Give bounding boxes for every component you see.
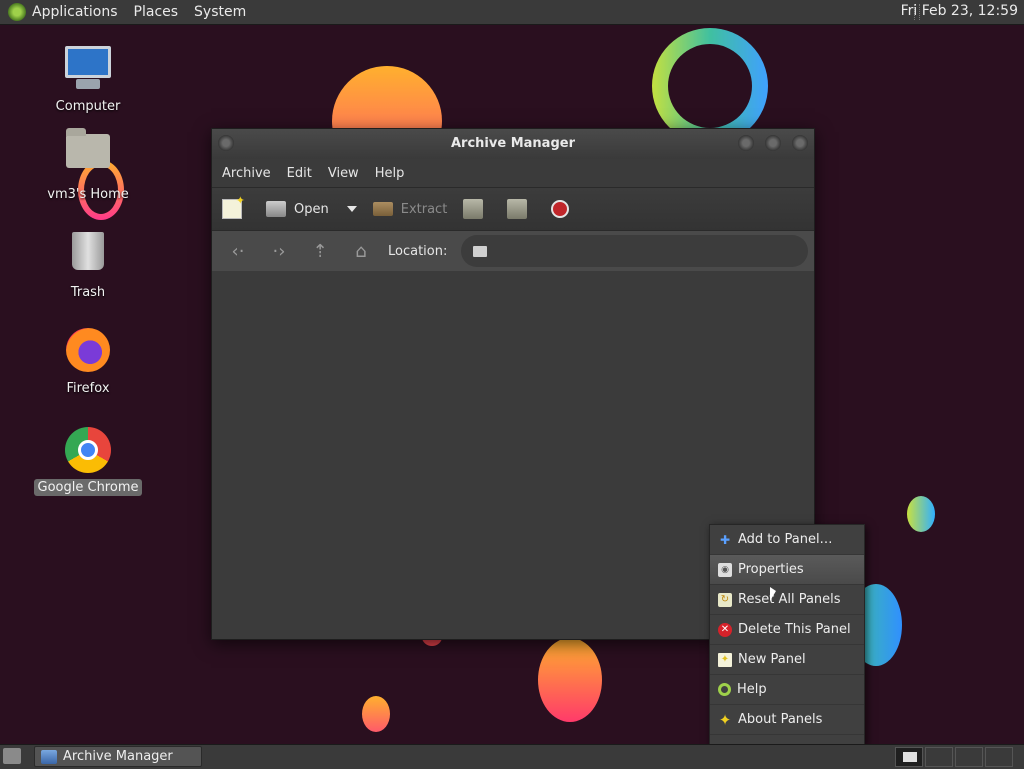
window-titlebar[interactable]: Archive Manager	[212, 129, 814, 159]
workspace-window-thumbnail	[903, 752, 917, 762]
show-desktop-icon[interactable]	[3, 748, 21, 764]
desktop-icon-trash[interactable]: Trash	[33, 226, 143, 301]
menu-item-label: Add to Panel…	[738, 532, 833, 547]
desktop-icon-label: Firefox	[66, 381, 110, 396]
maximize-button[interactable]	[765, 135, 781, 151]
menu-item-about-panels[interactable]: ✦ About Panels	[710, 705, 864, 735]
workspace-3[interactable]	[955, 747, 983, 767]
menubar: Archive Edit View Help	[212, 159, 814, 187]
wallpaper-blob	[538, 638, 602, 722]
location-label: Location:	[388, 243, 448, 259]
wallpaper-blob	[362, 696, 390, 732]
delete-icon: ✕	[718, 622, 732, 637]
menu-places[interactable]: Places	[134, 4, 187, 20]
forward-icon[interactable]: ·›	[265, 241, 293, 262]
new-archive-button[interactable]	[222, 194, 250, 219]
firefox-icon	[64, 328, 112, 376]
taskbar-label: Archive Manager	[63, 749, 173, 764]
home-icon[interactable]: ⌂	[347, 241, 375, 262]
extract-icon	[372, 202, 393, 216]
mouse-cursor-icon	[770, 587, 776, 601]
plus-icon: ✚	[719, 532, 731, 547]
window-menu-button[interactable]	[218, 135, 234, 151]
help-icon	[718, 683, 731, 696]
open-label: Open	[294, 201, 329, 217]
menu-item-add-to-panel[interactable]: ✚ Add to Panel…	[710, 525, 864, 555]
desktop-icon-label: Computer	[55, 99, 121, 114]
workspace-2[interactable]	[925, 747, 953, 767]
window-title: Archive Manager	[451, 136, 575, 151]
menu-archive[interactable]: Archive	[214, 166, 279, 181]
stop-button[interactable]	[551, 200, 570, 218]
up-icon[interactable]: ⇡	[306, 241, 334, 262]
about-icon: ✦	[718, 710, 732, 729]
back-icon[interactable]: ‹·	[224, 241, 252, 262]
open-icon	[266, 201, 286, 217]
menu-item-label: About Panels	[738, 712, 823, 727]
menu-item-reset-all-panels[interactable]: ↻ Reset All Panels	[710, 585, 864, 615]
desktop-icon-label: Google Chrome	[33, 479, 143, 496]
menu-view[interactable]: View	[320, 166, 367, 181]
reset-icon: ↻	[718, 592, 732, 607]
menu-item-help[interactable]: Help	[710, 675, 864, 705]
extract-button[interactable]: Extract	[372, 201, 448, 217]
open-button[interactable]: Open	[266, 201, 357, 217]
menu-item-label: Help	[737, 682, 767, 697]
new-archive-icon	[222, 194, 245, 219]
desktop-icon-chrome[interactable]: Google Chrome	[33, 426, 143, 496]
top-panel: Applications Places System Fri Feb 23, 1…	[0, 0, 1024, 25]
bottom-panel: Archive Manager	[0, 744, 1024, 769]
menu-help[interactable]: Help	[367, 166, 413, 181]
desktop-icon-label: Trash	[70, 285, 106, 300]
add-files-icon	[463, 199, 484, 219]
minimize-button[interactable]	[738, 135, 754, 151]
menu-item-new-panel[interactable]: ✦ New Panel	[710, 645, 864, 675]
location-field[interactable]	[461, 235, 808, 267]
properties-icon: ◉	[718, 562, 732, 577]
workspace-1[interactable]	[895, 747, 923, 767]
menu-item-label: Delete This Panel	[738, 622, 851, 637]
desktop-icon-firefox[interactable]: Firefox	[33, 326, 143, 397]
desktop-icon-home[interactable]: vm3's Home	[33, 126, 143, 203]
desktop-icon-computer[interactable]: Computer	[33, 46, 143, 115]
open-dropdown-icon[interactable]	[346, 206, 357, 212]
menu-item-delete-this-panel[interactable]: ✕ Delete This Panel	[710, 615, 864, 645]
desktop-icon-label: vm3's Home	[47, 187, 129, 202]
new-panel-icon: ✦	[718, 652, 732, 667]
add-files-button[interactable]	[463, 199, 491, 219]
extract-label: Extract	[400, 201, 448, 217]
location-bar: ‹· ·› ⇡ ⌂ Location:	[212, 230, 814, 272]
menu-applications[interactable]: Applications	[32, 4, 126, 20]
menu-edit[interactable]: Edit	[279, 166, 320, 181]
close-button[interactable]	[792, 135, 808, 151]
taskbar-archive-manager[interactable]: Archive Manager	[34, 746, 202, 767]
stop-icon	[551, 200, 570, 218]
clock[interactable]: Fri Feb 23, 12:59	[901, 3, 1018, 19]
home-folder-icon	[64, 128, 112, 182]
wallpaper-ring	[652, 28, 768, 144]
computer-icon	[64, 46, 112, 94]
menu-system[interactable]: System	[194, 4, 254, 20]
menu-item-label: New Panel	[738, 652, 806, 667]
menu-item-properties[interactable]: ◉ Properties	[710, 555, 864, 585]
workspace-4[interactable]	[985, 747, 1013, 767]
add-folder-button[interactable]	[507, 199, 535, 219]
menu-item-label: Reset All Panels	[738, 592, 841, 607]
panel-context-menu: ✚ Add to Panel… ◉ Properties ↻ Reset All…	[709, 524, 865, 746]
chrome-icon	[64, 427, 112, 475]
toolbar: Open Extract	[212, 187, 814, 230]
add-folder-icon	[507, 199, 528, 219]
trash-icon	[64, 232, 112, 280]
menu-item-label: Properties	[738, 562, 804, 577]
folder-icon	[473, 245, 488, 257]
wallpaper-blob	[907, 496, 935, 532]
distro-logo-icon[interactable]	[8, 3, 26, 21]
archive-manager-icon	[41, 749, 57, 764]
